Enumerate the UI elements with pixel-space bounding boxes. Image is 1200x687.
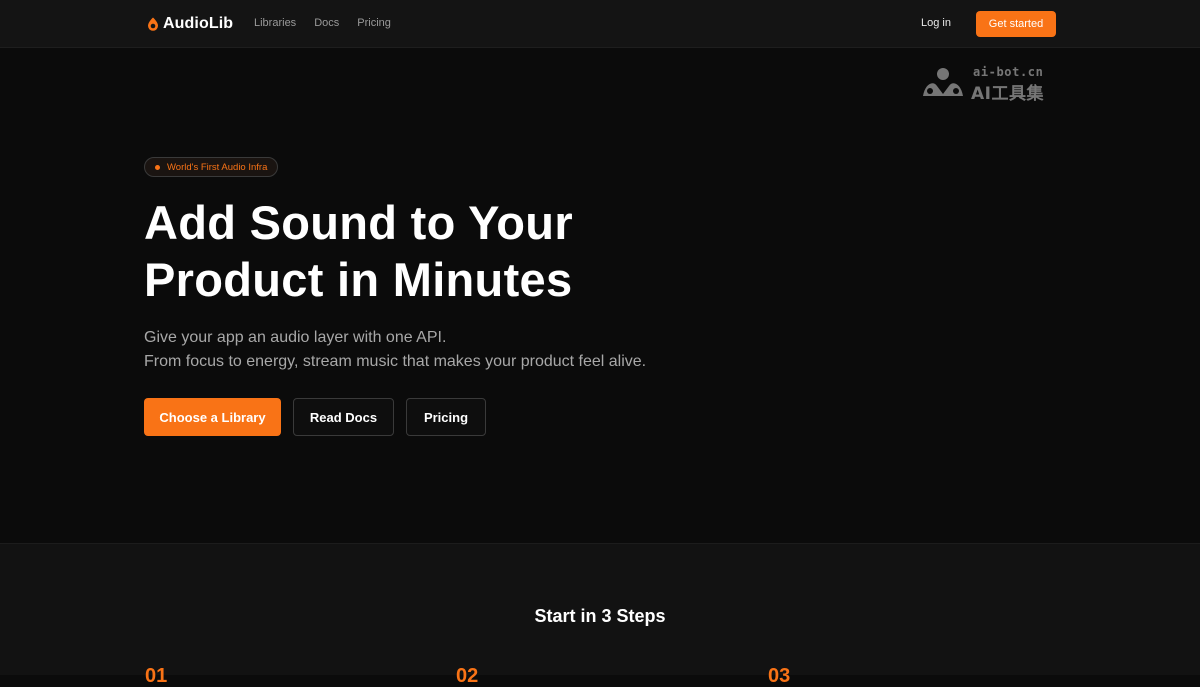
hero-subtext: Give your app an audio layer with one AP… [144,326,844,374]
subtext-line-1: Give your app an audio layer with one AP… [144,329,447,346]
subtext-line-2: From focus to energy, stream music that … [144,353,647,370]
steps-section: Start in 3 Steps 01 02 03 [0,543,1200,686]
steps-title: Start in 3 Steps [534,606,666,626]
watermark: ai-bot.cn AI工具集 [921,64,1057,104]
top-navigation: AudioLib Libraries Docs Pricing Log in G… [0,0,1200,48]
step-number-2: 02 [456,665,479,687]
headline-line-2: Product in Minutes [144,253,573,306]
choose-library-button[interactable]: Choose a Library [144,398,281,436]
hero-badge: World's First Audio Infra [144,157,279,177]
pricing-button[interactable]: Pricing [406,398,486,436]
get-started-button[interactable]: Get started [976,11,1056,37]
hero-cta-row: Choose a Library Read Docs Pricing [144,398,486,436]
step-number-1: 01 [145,665,168,687]
main-nav: Libraries Docs Pricing [254,17,391,29]
headline-line-1: Add Sound to Your [144,196,573,249]
step-number-3: 03 [768,665,791,687]
badge-text: World's First Audio Infra [167,161,268,173]
flame-drop-icon [148,17,158,31]
ai-bot-logo-icon [923,68,963,96]
hero-headline: Add Sound to Your Product in Minutes [144,194,744,308]
watermark-domain: ai-bot.cn [973,65,1044,79]
watermark-title: AI工具集 [971,84,1044,104]
login-link[interactable]: Log in [921,17,951,29]
read-docs-button[interactable]: Read Docs [293,398,394,436]
brand-logo[interactable]: AudioLib [147,13,233,35]
badge-dot-icon [155,164,160,170]
brand-name: AudioLib [163,15,234,32]
nav-link-pricing[interactable]: Pricing [357,17,391,29]
nav-link-libraries[interactable]: Libraries [254,17,296,29]
nav-link-docs[interactable]: Docs [314,17,339,29]
